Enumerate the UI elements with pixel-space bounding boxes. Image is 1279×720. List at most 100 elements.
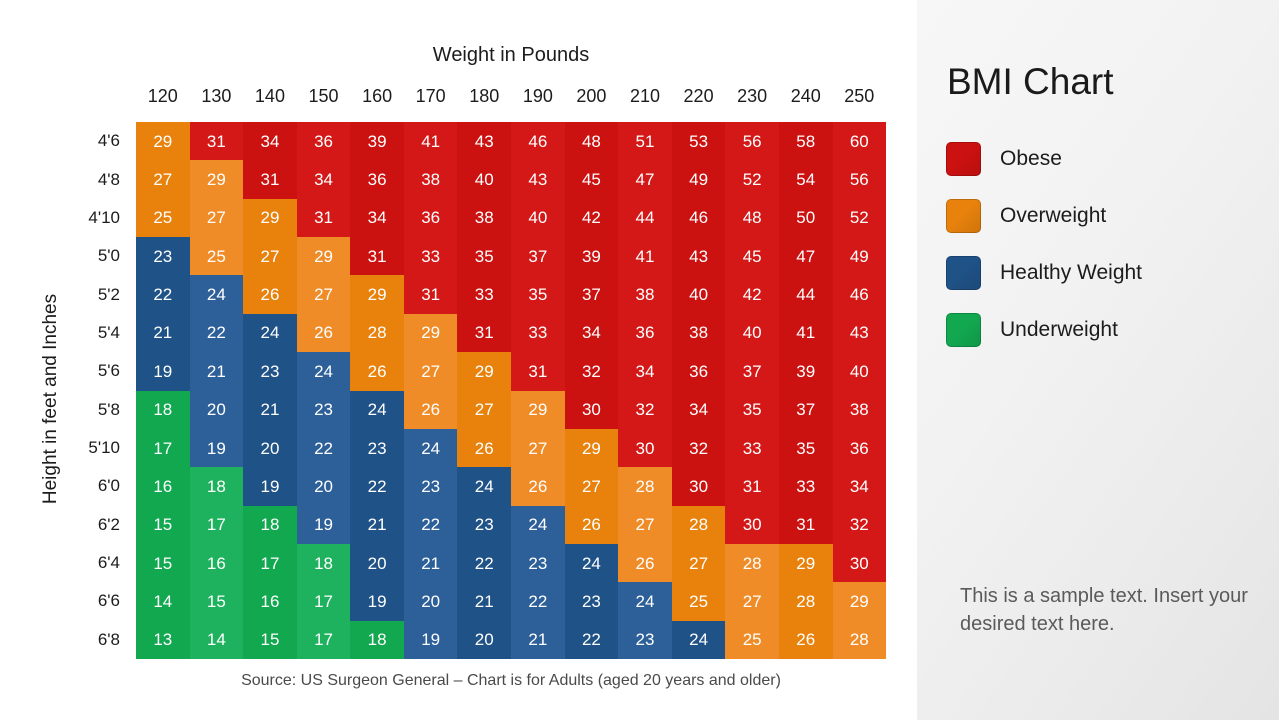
heatmap-cell: 20: [457, 620, 512, 660]
heatmap-cell: 42: [725, 275, 779, 314]
heatmap-cell: 40: [457, 160, 512, 199]
heatmap-cell: 52: [725, 160, 779, 199]
heatmap-cell: 36: [296, 122, 351, 161]
heatmap-cell: 39: [350, 122, 404, 161]
heatmap-cell: 46: [832, 275, 887, 314]
heatmap-cell: 30: [725, 505, 779, 544]
heatmap-cell: 26: [457, 428, 512, 468]
heatmap-cell: 40: [511, 198, 565, 238]
heatmap-cell: 47: [778, 237, 833, 276]
heatmap-cell: 24: [243, 313, 297, 353]
heatmap-cell: 31: [725, 467, 779, 506]
heatmap-cell: 21: [350, 505, 404, 544]
heatmap-cell: 24: [564, 543, 619, 583]
column-header-weight: 170: [415, 86, 446, 106]
heatmap-cell: 37: [564, 275, 619, 314]
y-axis-title: Height in feet and Inches: [40, 293, 61, 505]
heatmap-cell: 22: [136, 275, 190, 314]
heatmap-cell: 19: [189, 428, 244, 468]
legend-label: Obese: [1000, 146, 1062, 170]
heatmap-column: 39 36 34 31 29 28 26 24 23 22 21 20 19 18: [350, 122, 404, 660]
legend-item: Obese: [946, 137, 1266, 180]
heatmap-cell: 25: [189, 237, 244, 276]
column-header-weight: 120: [147, 86, 178, 106]
page-title: BMI Chart: [947, 61, 1114, 102]
heatmap-cell: 43: [671, 237, 726, 276]
row-header-height: 5'0: [97, 246, 120, 266]
heatmap-cell: 33: [403, 237, 458, 276]
heatmap-cell: 25: [136, 198, 190, 238]
heatmap-cell: 38: [832, 390, 887, 429]
heatmap-cell: 37: [725, 352, 779, 391]
heatmap-column: 60 56 52 49 46 43 40 38 36 34 32 30 29 28: [832, 122, 887, 660]
bmi-heatmap-grid: 29 27 25 23 22 21 19 18 17 16 15 15 14 13 31 29 27 25 24 22…: [136, 122, 887, 660]
heatmap-column: 51 47 44 41 38 36 34 32 30 28 27 26 24 23: [618, 122, 672, 660]
heatmap-cell: 41: [618, 237, 672, 276]
heatmap-cell: 28: [618, 467, 672, 506]
legend-swatch-icon: [946, 198, 981, 233]
heatmap-cell: 19: [243, 467, 297, 506]
heatmap-cell: 24: [189, 275, 244, 314]
heatmap-cell: 23: [457, 505, 512, 544]
heatmap-cell: 58: [778, 122, 833, 161]
heatmap-cell: 31: [778, 505, 833, 544]
heatmap-cell: 17: [243, 543, 297, 583]
heatmap-cell: 30: [671, 467, 726, 506]
heatmap-cell: 33: [778, 467, 833, 506]
column-header-weight: 140: [254, 86, 285, 106]
heatmap-cell: 50: [778, 198, 833, 238]
legend-swatch-icon: [946, 312, 981, 347]
heatmap-cell: 29: [350, 275, 404, 314]
heatmap-cell: 20: [189, 390, 244, 429]
heatmap-cell: 26: [350, 352, 404, 391]
heatmap-cell: 49: [832, 237, 887, 276]
heatmap-cell: 23: [296, 390, 351, 429]
heatmap-cell: 40: [671, 275, 726, 314]
heatmap-cell: 45: [564, 160, 619, 199]
heatmap-cell: 16: [189, 543, 244, 583]
heatmap-cell: 29: [832, 582, 887, 621]
heatmap-cell: 29: [564, 428, 619, 468]
legend-label: Overweight: [1000, 203, 1107, 227]
heatmap-cell: 34: [618, 352, 672, 391]
heatmap-cell: 14: [136, 582, 190, 621]
heatmap-cell: 13: [136, 620, 190, 660]
heatmap-cell: 16: [136, 467, 190, 506]
legend-item: Overweight: [946, 194, 1266, 237]
heatmap-cell: 26: [296, 313, 351, 353]
heatmap-cell: 24: [350, 390, 404, 429]
heatmap-cell: 36: [618, 313, 672, 353]
heatmap-cell: 34: [296, 160, 351, 199]
heatmap-cell: 39: [564, 237, 619, 276]
heatmap-cell: 52: [832, 198, 887, 238]
row-header-height: 4'6: [97, 131, 120, 151]
heatmap-column: 58 54 50 47 44 41 39 37 35 33 31 29 28 26: [778, 122, 833, 660]
row-header-height: 6'4: [97, 553, 120, 573]
heatmap-cell: 38: [457, 198, 512, 238]
heatmap-cell: 22: [189, 313, 244, 353]
heatmap-cell: 47: [618, 160, 672, 199]
heatmap-cell: 27: [511, 428, 565, 468]
heatmap-column: 34 31 29 27 26 24 23 21 20 19 18 17 16 15: [243, 122, 297, 660]
heatmap-cell: 44: [618, 198, 672, 238]
column-header-weight: 210: [629, 86, 661, 106]
column-header-weight: 130: [201, 86, 232, 106]
column-header-weight: 150: [308, 86, 339, 106]
legend: Obese Overweight Healthy Weight Underweight: [946, 137, 1266, 365]
x-axis-title: Weight in Pounds: [432, 44, 590, 66]
heatmap-cell: 17: [136, 428, 190, 468]
heatmap-cell: 29: [778, 543, 833, 583]
heatmap-cell: 27: [243, 237, 297, 276]
heatmap-cell: 60: [832, 122, 887, 161]
row-header-height: 4'10: [88, 207, 120, 227]
heatmap-cell: 38: [671, 313, 726, 353]
heatmap-cell: 24: [511, 505, 565, 544]
heatmap-cell: 34: [350, 198, 404, 238]
heatmap-cell: 26: [511, 467, 565, 506]
heatmap-cell: 38: [618, 275, 672, 314]
heatmap-cell: 32: [832, 505, 887, 544]
heatmap-column: 53 49 46 43 40 38 36 34 32 30 28 27 25 24: [671, 122, 726, 660]
heatmap-cell: 20: [296, 467, 351, 506]
heatmap-cell: 42: [564, 198, 619, 238]
heatmap-cell: 28: [725, 543, 779, 583]
